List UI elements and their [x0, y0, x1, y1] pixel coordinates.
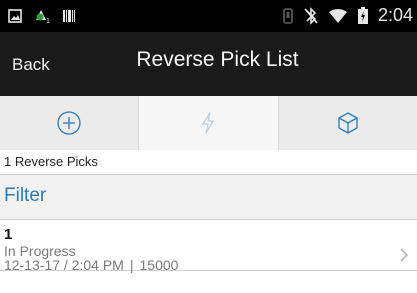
wifi-icon [328, 8, 347, 23]
quick-action-button[interactable] [139, 96, 279, 150]
add-button[interactable] [0, 96, 140, 150]
filter-link[interactable]: Filter [4, 185, 46, 207]
result-count: 1 Reverse Picks [0, 150, 417, 175]
item-quantity: 15000 [139, 257, 179, 273]
svg-text:1: 1 [46, 18, 50, 24]
item-date-time: 12-13-17 / 2:04 PM [4, 257, 124, 273]
page-title: Reverse Pick List [136, 48, 299, 71]
add-icon [57, 111, 81, 135]
item-meta: 12-13-17 / 2:04 PM | 15000 [4, 257, 178, 273]
vibrate-icon [283, 7, 293, 24]
app-notification-icon: 1 [36, 10, 50, 24]
battery-icon [357, 6, 368, 24]
package-icon [338, 112, 358, 134]
image-icon [8, 9, 22, 23]
package-button[interactable] [279, 96, 417, 150]
item-separator: | [129, 257, 134, 273]
list-item[interactable]: 1 In Progress 12-13-17 / 2:04 PM | 15000 [0, 220, 417, 273]
app-header: Back Reverse Pick List [0, 32, 417, 96]
bluetooth-off-icon [304, 6, 318, 25]
clock: 2:04 [377, 5, 413, 25]
action-toolbar [0, 96, 417, 150]
barcode-icon [63, 10, 75, 22]
lightning-icon [202, 112, 215, 134]
filter-row[interactable]: Filter [0, 175, 417, 220]
chevron-right-icon [400, 248, 409, 262]
status-bar: 1 2:04 [0, 0, 417, 32]
result-count-text: 1 Reverse Picks [4, 154, 98, 169]
item-id: 1 [4, 226, 13, 243]
